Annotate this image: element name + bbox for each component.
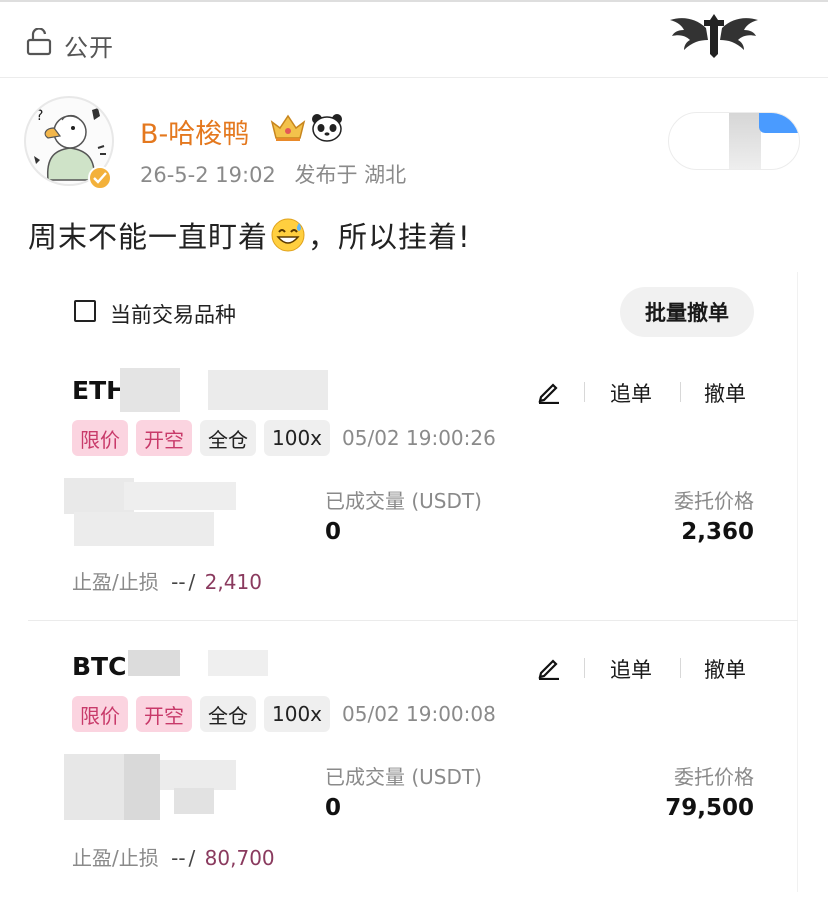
cancel-order-button[interactable]: 撤单 — [704, 654, 746, 684]
divider — [680, 382, 681, 402]
post-location: 发布于 湖北 — [294, 163, 407, 187]
batch-cancel-button[interactable]: 批量撤单 — [620, 287, 754, 337]
filled-volume-value: 0 — [325, 519, 342, 545]
stop-loss-value[interactable]: 2,410 — [205, 570, 262, 594]
post-text: 周末不能一直盯着 ，所以挂着! — [28, 214, 471, 256]
divider — [680, 658, 681, 678]
stop-loss-value[interactable]: 80,700 — [205, 846, 275, 870]
leverage-tag: 100x — [264, 420, 331, 456]
lock-open-icon[interactable] — [26, 28, 52, 56]
follow-badge — [759, 113, 799, 133]
order-side-tag: 开空 — [136, 696, 192, 732]
order-price-value: 79,500 — [665, 795, 754, 821]
edit-icon[interactable] — [536, 378, 562, 404]
redacted-area — [64, 754, 240, 824]
take-profit-value: -- — [171, 570, 186, 594]
redacted-area — [729, 113, 761, 169]
tp-sl-row: 止盈/止损 --/ 80,700 — [72, 846, 275, 870]
leverage-tag: 100x — [264, 696, 331, 732]
order-divider — [28, 620, 798, 621]
chase-order-button[interactable]: 追单 — [610, 378, 652, 408]
order-type-tag: 限价 — [72, 696, 128, 732]
order-price-label: 委托价格 — [674, 765, 754, 789]
follow-button[interactable] — [668, 112, 800, 170]
tp-sl-label: 止盈/止损 — [72, 570, 159, 594]
divider — [584, 658, 585, 678]
sweat-smile-emoji-icon — [271, 218, 305, 252]
post-text-part-2: ，所以挂着! — [308, 220, 471, 254]
visibility-label[interactable]: 公开 — [64, 28, 114, 63]
take-profit-value: -- — [171, 846, 186, 870]
order-type-tag: 限价 — [72, 420, 128, 456]
crown-badge — [270, 114, 306, 141]
redacted-area — [208, 370, 328, 410]
margin-mode-tag: 全仓 — [200, 420, 256, 456]
redacted-area — [208, 650, 268, 676]
current-symbol-label[interactable]: 当前交易品种 — [110, 299, 236, 329]
edit-icon[interactable] — [536, 654, 562, 680]
order-symbol[interactable]: BTC — [72, 652, 126, 681]
order-price-value: 2,360 — [681, 519, 754, 545]
chase-order-button[interactable]: 追单 — [610, 654, 652, 684]
author-name[interactable]: B-哈梭鸭 — [140, 112, 249, 151]
tp-sl-row: 止盈/止损 --/ 2,410 — [72, 570, 262, 594]
order-card: ETH 追单 撤单 限价 开空 全仓 100x 05/02 19:00:26 已… — [28, 362, 798, 632]
order-tags: 限价 开空 全仓 100x 05/02 19:00:26 — [72, 420, 496, 456]
top-bar: 公开 — [0, 0, 828, 78]
margin-mode-tag: 全仓 — [200, 696, 256, 732]
post-text-part-1: 周末不能一直盯着 — [28, 220, 269, 254]
order-price-label: 委托价格 — [674, 489, 754, 513]
wings-cross-logo — [670, 14, 758, 58]
orders-panel: 当前交易品种 批量撤单 ETH 追单 撤单 限价 开空 全仓 100x 05/0… — [28, 272, 798, 892]
cancel-order-button[interactable]: 撤单 — [704, 378, 746, 408]
order-symbol[interactable]: ETH — [72, 376, 127, 405]
order-card: BTC 追单 撤单 限价 开空 全仓 100x 05/02 19:00:08 已… — [28, 638, 798, 900]
post-meta: 26-5-2 19:02 发布于 湖北 — [140, 159, 418, 189]
divider — [584, 382, 585, 402]
current-symbol-checkbox[interactable] — [74, 300, 96, 322]
verified-badge-icon — [88, 166, 112, 190]
redacted-area — [120, 368, 180, 412]
order-tags: 限价 开空 全仓 100x 05/02 19:00:08 — [72, 696, 496, 732]
svg-text:?: ? — [36, 108, 43, 124]
filled-volume-label: 已成交量 (USDT) — [325, 489, 482, 513]
order-side-tag: 开空 — [136, 420, 192, 456]
order-time: 05/02 19:00:08 — [342, 702, 496, 726]
redacted-area — [64, 478, 240, 548]
post-date: 26-5-2 19:02 — [140, 163, 276, 187]
filled-volume-label: 已成交量 (USDT) — [325, 765, 482, 789]
filled-volume-value: 0 — [325, 795, 342, 821]
order-time: 05/02 19:00:26 — [342, 426, 496, 450]
tp-sl-label: 止盈/止损 — [72, 846, 159, 870]
panda-icon — [312, 114, 342, 142]
redacted-area — [128, 650, 180, 676]
